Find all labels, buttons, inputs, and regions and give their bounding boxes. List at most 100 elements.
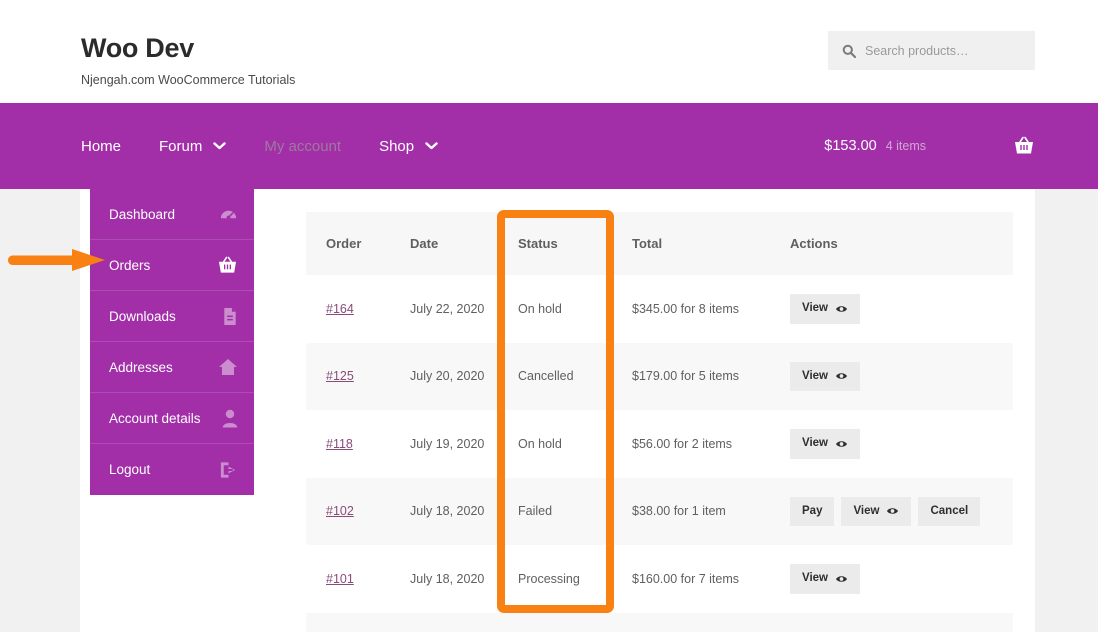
cell-date: July 22, 2020 (410, 301, 485, 316)
cell-total: $38.00 for 1 item (632, 504, 726, 519)
action-label: Cancel (930, 504, 969, 517)
column-header-order: Order (306, 212, 390, 275)
file-download-icon (222, 307, 238, 326)
eye-icon (886, 506, 899, 516)
order-number-link[interactable]: #118 (326, 437, 353, 451)
dashboard-gauge-icon (219, 205, 238, 224)
cell-actions: View (770, 545, 1013, 613)
order-number-link[interactable]: #164 (326, 302, 354, 316)
column-header-date: Date (390, 212, 498, 275)
cell-status: Failed (518, 504, 553, 519)
cell-status: On hold (518, 436, 562, 451)
nav-item-list: Home Forum My account Shop (81, 138, 476, 155)
sidebar-item-label: Addresses (109, 359, 173, 375)
eye-icon (835, 371, 848, 381)
product-search-box[interactable]: Search products… (828, 31, 1035, 70)
sidebar-item-label: Account details (109, 410, 201, 426)
nav-item-label: Forum (159, 137, 203, 155)
action-label: View (802, 369, 828, 382)
action-label: View (802, 302, 828, 314)
table-header-row: Order Date Status Total Actions (306, 212, 1013, 275)
woocommerce-my-account-orders-page: Woo Dev Njengah.com WooCommerce Tutorial… (0, 0, 1098, 632)
view-order-button[interactable]: View (790, 429, 860, 459)
cell-status: Cancelled (518, 369, 574, 384)
action-label: Pay (802, 504, 823, 517)
cell-total: $179.00 for 5 items (632, 369, 740, 384)
cell-order: #125 (306, 343, 390, 411)
cell-order: #102 (306, 478, 390, 546)
cell-status: On hold (518, 301, 562, 316)
shopping-basket-icon[interactable] (1013, 136, 1035, 156)
orders-arrow-annotation (8, 247, 108, 273)
column-header-actions: Actions (770, 212, 1013, 275)
cell-total: $345.00 for 8 items (632, 301, 740, 316)
sidebar-item-addresses[interactable]: Addresses (90, 342, 254, 393)
nav-item-forum[interactable]: Forum (159, 137, 227, 155)
order-number-link[interactable]: #101 (326, 572, 354, 586)
sidebar-item-logout[interactable]: Logout (90, 444, 254, 495)
table-row: #101 July 18, 2020 Processing $160.00 fo… (306, 545, 1013, 613)
cell-date: July 20, 2020 (410, 369, 485, 384)
cell-order: #96 (306, 613, 390, 632)
sidebar-item-label: Downloads (109, 308, 176, 324)
action-label: View (802, 437, 828, 449)
site-tagline: Njengah.com WooCommerce Tutorials (81, 72, 296, 87)
cancel-order-button[interactable]: Cancel (918, 496, 981, 526)
table-row: #102 July 18, 2020 Failed $38.00 for 1 i… (306, 477, 1013, 546)
chevron-down-icon (213, 142, 227, 150)
eye-icon (835, 574, 848, 584)
eye-icon (835, 439, 848, 449)
table-row: #118 July 19, 2020 On hold $56.00 for 2 … (306, 410, 1013, 478)
action-label: View (853, 504, 880, 517)
nav-item-shop[interactable]: Shop (379, 138, 438, 155)
pay-order-button[interactable]: Pay (790, 496, 835, 526)
site-header: Woo Dev Njengah.com WooCommerce Tutorial… (0, 0, 1098, 103)
table-row: #96 July 9, 2020 Failed $122.00 for 5 it… (306, 612, 1013, 632)
view-order-button[interactable]: View (790, 361, 860, 391)
cart-item-count: 4 items (885, 139, 926, 153)
cell-actions: View (770, 410, 1013, 478)
cell-order: #164 (306, 275, 390, 343)
nav-item-label: Shop (379, 137, 415, 155)
site-branding[interactable]: Woo Dev Njengah.com WooCommerce Tutorial… (81, 33, 296, 87)
cell-date: July 19, 2020 (410, 436, 485, 451)
orders-table-body: #164 July 22, 2020 On hold $345.00 for 8… (306, 275, 1013, 632)
cell-date: July 18, 2020 (410, 571, 485, 586)
nav-item-my-account[interactable]: My account (264, 138, 341, 155)
nav-item-home[interactable]: Home (81, 138, 121, 155)
cell-actions: View (770, 275, 1013, 343)
search-input[interactable]: Search products… (865, 44, 969, 58)
cart-total-amount: $153.00 (824, 138, 877, 154)
sidebar-item-label: Dashboard (109, 206, 176, 222)
action-button-group: View (790, 429, 1013, 459)
action-button-group: View (790, 294, 1013, 324)
cell-actions: View (770, 343, 1013, 411)
action-button-group: View (790, 361, 1013, 391)
cell-total: $122.00 for 5 items (612, 613, 770, 632)
site-title: Woo Dev (81, 33, 194, 63)
sidebar-item-label: Logout (109, 462, 151, 477)
cell-order: #101 (306, 545, 390, 613)
sidebar-item-account-details[interactable]: Account details (90, 393, 254, 444)
view-order-button[interactable]: View (790, 564, 860, 594)
action-label: View (802, 572, 828, 584)
view-order-button[interactable]: View (790, 294, 860, 324)
cell-total: $56.00 for 2 items (632, 436, 733, 451)
sidebar-item-downloads[interactable]: Downloads (90, 291, 254, 342)
eye-icon (835, 304, 848, 314)
cell-total: $160.00 for 7 items (632, 571, 740, 586)
chevron-down-icon (425, 142, 438, 150)
cell-actions: Pay View Cancel (770, 613, 1013, 632)
sidebar-item-orders[interactable]: Orders (90, 240, 254, 291)
cell-status: Failed (498, 613, 612, 632)
sidebar-item-dashboard[interactable]: Dashboard (90, 189, 254, 240)
my-account-sidebar: Dashboard Orders Downloads Addresses Acc… (90, 189, 254, 495)
cart-summary[interactable]: $153.00 4 items (824, 103, 1035, 189)
order-number-link[interactable]: #102 (326, 504, 354, 518)
order-number-link[interactable]: #125 (326, 369, 354, 383)
nav-item-label: Home (81, 137, 122, 155)
view-order-button[interactable]: View (841, 496, 912, 526)
orders-table: Order Date Status Total Actions #164 Jul… (306, 212, 1013, 632)
nav-item-label: My account (264, 137, 342, 155)
cell-date: July 9, 2020 (390, 613, 498, 632)
